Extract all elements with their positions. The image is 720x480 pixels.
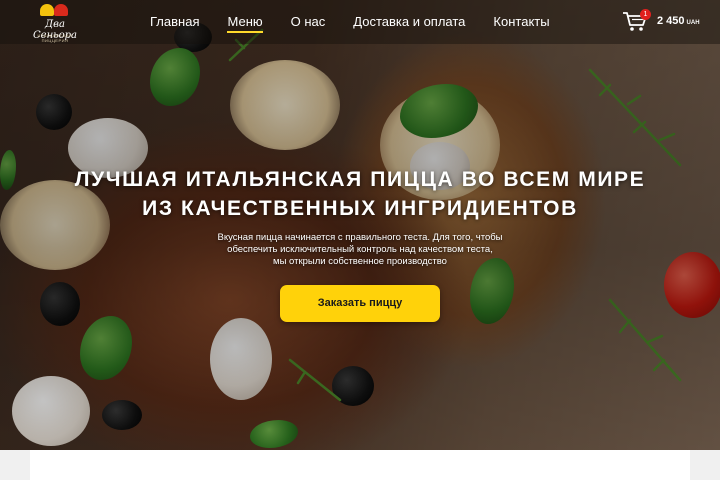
- main-nav: Главная Меню О нас Доставка и оплата Кон…: [150, 0, 578, 44]
- nav-item-menu[interactable]: Меню: [227, 0, 263, 44]
- cart-currency: UAH: [686, 20, 700, 26]
- hero-headline-line1: ЛУЧШАЯ ИТАЛЬЯНСКАЯ ПИЦЦА ВО ВСЕМ МИРЕ: [74, 168, 646, 191]
- hero-description-line2: обеспечить исключительный контроль над к…: [227, 244, 493, 255]
- nav-item-about[interactable]: О нас: [291, 0, 326, 44]
- hero-description-line1: Вкусная пицца начинается с правильного т…: [217, 232, 503, 243]
- hero-background: [0, 0, 720, 450]
- hero-description: Вкусная пицца начинается с правильного т…: [0, 232, 720, 268]
- cart-total-amount: 2 450: [657, 15, 685, 27]
- hero-description-line3: мы открыли собственное производство: [273, 256, 447, 267]
- hero-headline: ЛУЧШАЯ ИТАЛЬЯНСКАЯ ПИЦЦА ВО ВСЕМ МИРЕ ИЗ…: [0, 165, 720, 223]
- brand-tagline: ИТАЛЬЯНСКАЯ ПИЦЦЕРИЯ: [37, 33, 73, 43]
- content-card: [30, 450, 690, 480]
- cart-count-badge: 1: [640, 9, 651, 20]
- cart-total[interactable]: 2 450 UAH: [657, 15, 700, 27]
- order-pizza-button[interactable]: Заказать пиццу: [280, 285, 440, 322]
- top-navbar: Два Сеньора ИТАЛЬЯНСКАЯ ПИЦЦЕРИЯ Главная…: [0, 0, 720, 44]
- hero-headline-line2: ИЗ КАЧЕСТВЕННЫХ ИНГРИДИЕНТОВ: [142, 197, 578, 220]
- chef-hats-icon: [38, 4, 70, 18]
- brand-logo[interactable]: Два Сеньора ИТАЛЬЯНСКАЯ ПИЦЦЕРИЯ: [28, 2, 82, 43]
- nav-item-contacts[interactable]: Контакты: [493, 0, 549, 44]
- nav-item-home[interactable]: Главная: [150, 0, 199, 44]
- nav-item-delivery[interactable]: Доставка и оплата: [353, 0, 465, 44]
- hero-overlay: [0, 0, 720, 450]
